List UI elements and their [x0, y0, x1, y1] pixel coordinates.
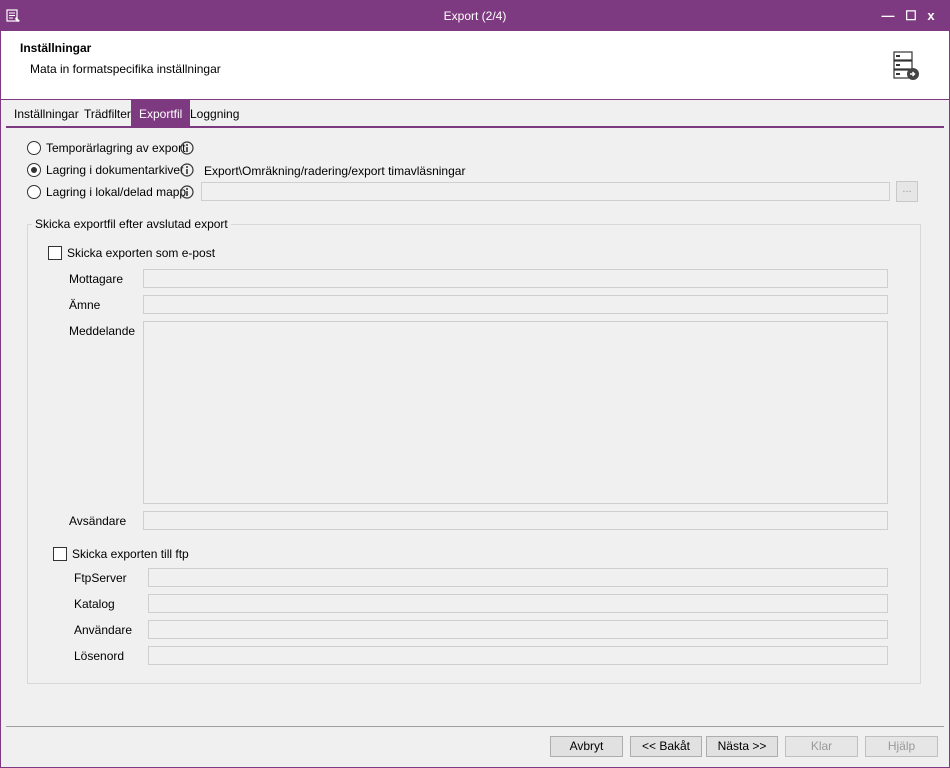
info-icon[interactable] — [180, 141, 194, 155]
back-button[interactable]: << Bakåt — [630, 736, 702, 757]
ftp-user-label: Användare — [74, 623, 133, 637]
wizard-header: Inställningar Mata in formatspecifika in… — [0, 31, 950, 100]
ftp-directory-label: Katalog — [74, 597, 115, 611]
radio-document-archive-label[interactable]: Lagring i dokumentarkivet — [46, 163, 183, 177]
info-icon[interactable] — [180, 185, 194, 199]
browse-folder-button[interactable]: ... — [896, 181, 918, 202]
radio-document-archive[interactable] — [27, 163, 41, 177]
footer-divider — [6, 726, 944, 727]
message-textarea[interactable] — [143, 321, 888, 504]
maximize-button[interactable]: ☐ — [901, 7, 921, 25]
folder-path-input[interactable] — [201, 182, 890, 201]
subject-label: Ämne — [69, 298, 101, 312]
cancel-button[interactable]: Avbryt — [550, 736, 623, 757]
subject-input[interactable] — [143, 295, 888, 314]
close-button[interactable]: x — [921, 7, 941, 25]
ftp-server-input[interactable] — [148, 568, 888, 587]
ftp-password-input[interactable] — [148, 646, 888, 665]
radio-temporary-storage-label[interactable]: Temporärlagring av export — [46, 141, 185, 155]
page-title: Inställningar — [20, 41, 92, 55]
help-button[interactable]: Hjälp — [865, 736, 938, 757]
sender-label: Avsändare — [69, 514, 127, 528]
ftp-user-input[interactable] — [148, 620, 888, 639]
radio-temporary-storage[interactable] — [27, 141, 41, 155]
tab-installningar[interactable]: Inställningar — [6, 104, 87, 124]
ftp-server-label: FtpServer — [74, 571, 127, 585]
radio-local-folder[interactable] — [27, 185, 41, 199]
send-export-legend: Skicka exportfil efter avslutad export — [32, 217, 231, 231]
minimize-button[interactable]: — — [878, 7, 898, 25]
tab-loggning[interactable]: Loggning — [182, 104, 247, 124]
send-email-checkbox[interactable] — [48, 246, 62, 260]
exportfil-panel: Temporärlagring av export Lagring i doku… — [6, 128, 944, 722]
tab-tradfilter[interactable]: Trädfilter — [76, 104, 139, 124]
send-ftp-label[interactable]: Skicka exporten till ftp — [72, 547, 189, 561]
finish-button[interactable]: Klar — [785, 736, 858, 757]
message-label: Meddelande — [69, 324, 136, 338]
recipient-input[interactable] — [143, 269, 888, 288]
tab-bar: Inställningar Trädfilter Exportfil Loggn… — [6, 99, 944, 128]
info-icon[interactable] — [180, 163, 194, 177]
radio-local-folder-label[interactable]: Lagring i lokal/delad mapp — [46, 185, 186, 199]
title-bar: Export (2/4) — ☐ x — [0, 0, 950, 31]
ftp-directory-input[interactable] — [148, 594, 888, 613]
server-export-icon — [893, 51, 919, 80]
send-ftp-checkbox[interactable] — [53, 547, 67, 561]
recipient-label: Mottagare — [69, 272, 124, 286]
sender-input[interactable] — [143, 511, 888, 530]
ftp-password-label: Lösenord — [74, 649, 125, 663]
send-email-label[interactable]: Skicka exporten som e-post — [67, 246, 215, 260]
next-button[interactable]: Nästa >> — [706, 736, 778, 757]
archive-path-text: Export\Omräkning/radering/export timavlä… — [204, 164, 466, 178]
window-title: Export (2/4) — [443, 9, 507, 23]
page-subtitle: Mata in formatspecifika inställningar — [30, 62, 221, 76]
